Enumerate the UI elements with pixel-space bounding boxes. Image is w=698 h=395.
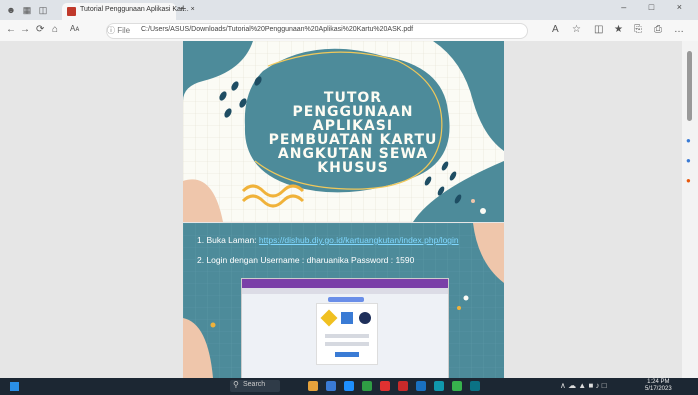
pdf-viewer[interactable]: TUTOR PENGGUNAAN APLIKASI PEMBUATAN KART… xyxy=(0,41,682,378)
tab-actions-icon[interactable]: ◫ xyxy=(38,5,48,15)
login-button xyxy=(335,352,359,357)
step-1: 1. Buka Laman: https://dishub.diy.go.id/… xyxy=(197,235,459,245)
screenshot-titlebar xyxy=(242,279,448,288)
right-sidebar: ● ● ● xyxy=(682,41,698,378)
taskbar-app-icon[interactable] xyxy=(344,381,354,391)
taskbar-search[interactable]: ⚲ Search xyxy=(230,380,280,392)
taskbar-app-icon[interactable] xyxy=(362,381,372,391)
reload-icon[interactable]: ⟳ xyxy=(36,24,44,35)
profile-icon[interactable]: ☻ xyxy=(6,5,16,15)
new-tab-button[interactable]: + xyxy=(180,3,186,15)
sidebar-app-icon[interactable]: ● xyxy=(686,136,691,145)
step-2: 2. Login dengan Username : dharuanika Pa… xyxy=(197,255,415,265)
forward-icon[interactable]: → xyxy=(20,24,30,35)
tab-strip: ☻ ▦ ◫ Tutorial Penggunaan Aplikasi Kar..… xyxy=(0,0,698,20)
password-field xyxy=(325,342,369,346)
pdf-page-1: TUTOR PENGGUNAAN APLIKASI PEMBUATAN KART… xyxy=(183,41,504,222)
pdf-page-2: 1. Buka Laman: https://dishub.diy.go.id/… xyxy=(183,223,504,378)
search-label: Search xyxy=(243,381,266,388)
clock[interactable]: 1:24 PM 5/17/2023 xyxy=(645,379,672,393)
url-field[interactable]: ⓘ File C:/Users/ASUS/Downloads/Tutorial%… xyxy=(106,23,528,39)
favorite-icon[interactable]: ☆ xyxy=(572,24,581,35)
taskbar-app-icon[interactable] xyxy=(452,381,462,391)
username-field xyxy=(325,334,369,338)
taskbar-app-icon[interactable] xyxy=(326,381,336,391)
extensions-icon[interactable]: ⎙ xyxy=(654,24,662,35)
search-icon: ⚲ xyxy=(233,380,239,389)
taskbar-app-icon[interactable] xyxy=(308,381,318,391)
read-aloud-icon[interactable]: Aᴀ xyxy=(70,24,79,33)
clock-date: 5/17/2023 xyxy=(645,386,672,392)
taskbar-app-icon[interactable] xyxy=(380,381,390,391)
slide-1-title: TUTOR PENGGUNAAN APLIKASI PEMBUATAN KART… xyxy=(243,91,463,175)
pdf-icon xyxy=(67,7,76,16)
url-text: C:/Users/ASUS/Downloads/Tutorial%20Pengg… xyxy=(141,26,414,33)
login-link[interactable]: https://dishub.diy.go.id/kartuangkutan/i… xyxy=(259,235,459,245)
site-info-icon[interactable]: ⓘ File xyxy=(107,25,130,36)
scrollbar-thumb[interactable] xyxy=(687,51,692,121)
address-bar-row: ← → ⟳ ⌂ Aᴀ ⓘ File C:/Users/ASUS/Download… xyxy=(0,20,698,42)
tab-title: Tutorial Penggunaan Aplikasi Kar... × xyxy=(80,6,195,13)
collections-icon[interactable]: ⎘ xyxy=(634,24,642,35)
logo-icon xyxy=(359,312,371,324)
window-controls[interactable]: – □ × xyxy=(621,2,692,12)
home-icon[interactable]: ⌂ xyxy=(52,24,58,35)
workspaces-icon[interactable]: ▦ xyxy=(22,5,32,15)
title-line: KHUSUS xyxy=(317,160,389,176)
start-button[interactable] xyxy=(10,382,19,391)
taskbar-app-icon[interactable] xyxy=(434,381,444,391)
more-icon[interactable]: … xyxy=(674,24,684,35)
logo-icon xyxy=(341,312,353,324)
sidebar-app-icon[interactable]: ● xyxy=(686,176,691,185)
screenshot-button xyxy=(328,297,364,302)
taskbar-app-icon[interactable] xyxy=(470,381,480,391)
title-line: TUTOR xyxy=(323,90,383,106)
back-icon[interactable]: ← xyxy=(6,24,16,35)
split-screen-icon[interactable]: ◫ xyxy=(594,24,603,35)
screenshot-addressbar xyxy=(242,288,448,294)
taskbar: ⚲ Search ∧ ☁ ▲ ■ ♪ □ 1:24 PM 5/17/2023 xyxy=(0,378,698,395)
taskbar-app-icon[interactable] xyxy=(398,381,408,391)
title-line: PENGGUNAAN xyxy=(292,104,414,120)
sidebar-app-icon[interactable]: ● xyxy=(686,156,691,165)
text-size-icon[interactable]: A xyxy=(552,24,559,35)
screenshot-login-card xyxy=(316,303,378,365)
title-line: PEMBUATAN KARTU xyxy=(268,132,438,148)
system-tray[interactable]: ∧ ☁ ▲ ■ ♪ □ xyxy=(560,381,607,390)
title-line: APLIKASI xyxy=(312,118,394,134)
step-1-label: 1. Buka Laman: xyxy=(197,235,257,245)
tab-pdf[interactable]: Tutorial Penggunaan Aplikasi Kar... × xyxy=(62,3,195,20)
clock-time: 1:24 PM xyxy=(647,379,670,385)
title-line: ANGKUTAN SEWA xyxy=(277,146,429,162)
login-screenshot-image xyxy=(241,278,449,378)
favorites-icon[interactable]: ★ xyxy=(614,24,623,35)
logo-icon xyxy=(320,309,338,327)
taskbar-app-icon[interactable] xyxy=(416,381,426,391)
